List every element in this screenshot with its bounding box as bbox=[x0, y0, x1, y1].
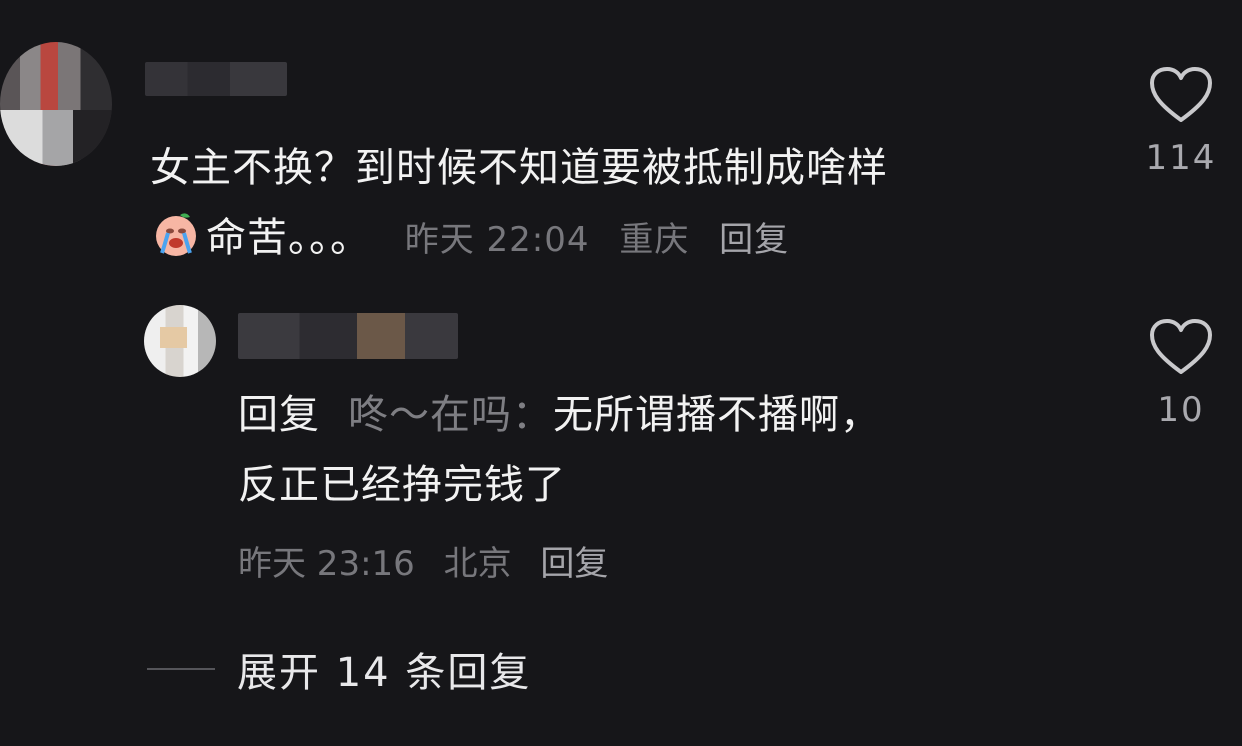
commenter-avatar[interactable] bbox=[0, 42, 112, 166]
heart-outline-icon[interactable] bbox=[1149, 318, 1213, 376]
main-comment-like[interactable]: 114 bbox=[1141, 66, 1221, 178]
reply-comment-text1: 无所谓播不播啊， bbox=[553, 392, 881, 438]
comment-section: 女主不换？到时候不知道要被抵制成啥样 命苦。。。 昨天 22:04 重庆 回复 … bbox=[0, 0, 1242, 746]
reply-comment-meta: 昨天 23:16 北京 回复 bbox=[238, 536, 626, 585]
reply-comment-reply-button[interactable]: 回复 bbox=[540, 544, 608, 584]
main-comment-like-count: 114 bbox=[1145, 138, 1217, 178]
reply-comment-location: 北京 bbox=[443, 544, 512, 584]
main-comment[interactable]: 女主不换？到时候不知道要被抵制成啥样 命苦。。。 昨天 22:04 重庆 回复 bbox=[150, 133, 1110, 275]
main-comment-time: 昨天 22:04 bbox=[404, 220, 590, 260]
reply-target-username[interactable]: 咚～在吗： bbox=[348, 392, 553, 438]
reply-comment-like[interactable]: 10 bbox=[1141, 318, 1221, 430]
main-comment-meta: 昨天 22:04 重庆 回复 bbox=[405, 220, 807, 260]
replier-avatar[interactable] bbox=[144, 305, 216, 377]
commenter-username[interactable] bbox=[145, 62, 287, 96]
replier-username[interactable] bbox=[238, 313, 458, 359]
reply-comment[interactable]: 回复 咚～在吗：无所谓播不播啊， 反正已经挣完钱了 bbox=[238, 380, 1118, 520]
reply-comment-time: 昨天 23:16 bbox=[238, 544, 415, 584]
main-comment-line2: 命苦。。。 昨天 22:04 重庆 回复 bbox=[150, 203, 1110, 275]
expand-replies-label: 展开 14 条回复 bbox=[237, 650, 532, 696]
main-comment-line1: 女主不换？到时候不知道要被抵制成啥样 bbox=[150, 145, 888, 191]
main-comment-location: 重庆 bbox=[619, 220, 690, 260]
main-comment-reply-button[interactable]: 回复 bbox=[719, 220, 789, 260]
crying-face-emoji bbox=[156, 213, 196, 256]
heart-outline-icon[interactable] bbox=[1149, 66, 1213, 124]
reply-comment-line2: 反正已经挣完钱了 bbox=[238, 462, 566, 508]
main-comment-line2-text: 命苦。。。 bbox=[206, 215, 371, 261]
expand-replies-button[interactable]: 展开 14 条回复 bbox=[147, 640, 531, 698]
reply-prefix: 回复 bbox=[238, 392, 320, 438]
reply-comment-line1: 回复 咚～在吗：无所谓播不播啊， bbox=[238, 380, 1118, 450]
expand-divider bbox=[147, 668, 215, 670]
reply-comment-like-count: 10 bbox=[1157, 390, 1205, 430]
